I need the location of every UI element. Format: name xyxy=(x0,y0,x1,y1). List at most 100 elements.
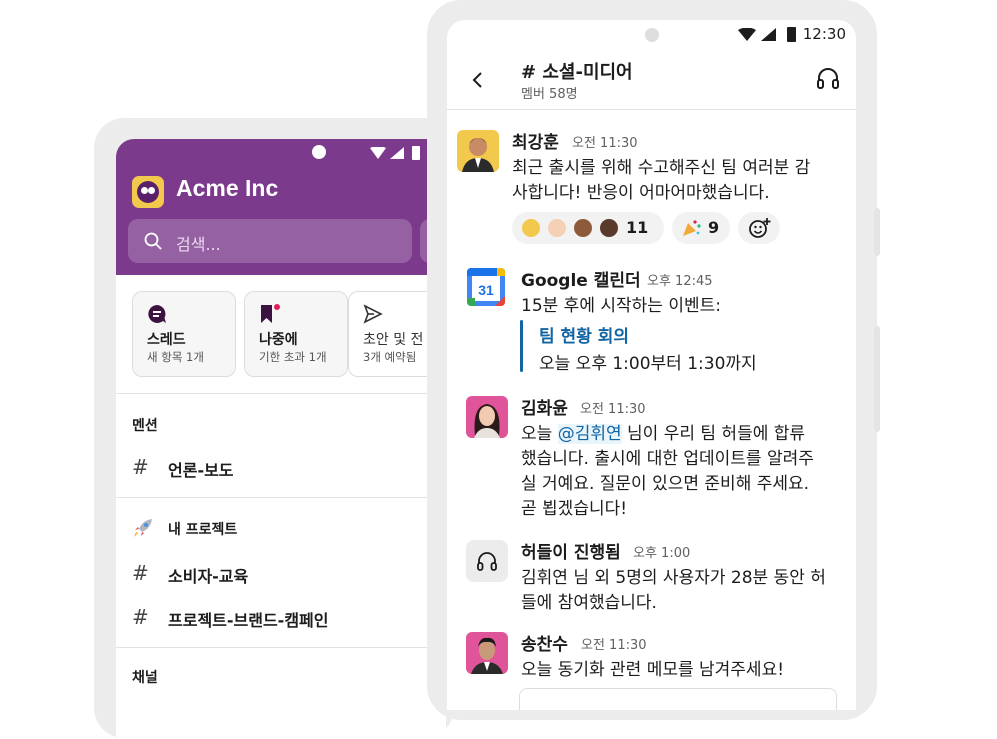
clap-emoji-icon xyxy=(574,219,592,237)
event-time: 오늘 오후 1:00부터 1:30까지 xyxy=(539,354,757,374)
message-input[interactable] xyxy=(519,688,837,710)
message-line: 김휘연 님 외 5명의 사용자가 28분 동안 허 xyxy=(521,568,826,588)
card-subtitle: 새 항목 1개 xyxy=(147,350,204,364)
headphones-icon xyxy=(477,552,497,571)
party-popper-icon xyxy=(683,220,701,236)
channel-member-count[interactable]: 멤버 58명 xyxy=(521,83,578,102)
avatar[interactable] xyxy=(466,396,508,438)
message-line: 오늘 동기화 관련 메모를 남겨주세요! xyxy=(521,660,785,680)
channel-header: # 소셜-미디어 멤버 58명 xyxy=(447,50,856,110)
right-phone-screen: 12:30 # 소셜-미디어 멤버 58명 최강훈 오전 11:30 최근 출시… xyxy=(447,20,856,710)
text-fragment: 오늘 xyxy=(521,424,558,444)
sender-name[interactable]: 김화윤 xyxy=(521,394,568,419)
battery-icon xyxy=(412,146,420,160)
message-time: 오전 11:30 xyxy=(580,402,646,417)
power-button xyxy=(874,326,880,432)
channel-name: 언론-보도 xyxy=(168,461,234,480)
camera-dot xyxy=(312,145,326,159)
card-later[interactable]: 나중에 기한 초과 1개 xyxy=(244,291,348,377)
message-line: 오늘 @김휘연 님이 우리 팀 허들에 합류 xyxy=(521,419,805,444)
message-line: 실 거예요. 질문이 있으면 준비해 주세요. xyxy=(521,474,810,494)
sender-name[interactable]: 송찬수 xyxy=(521,630,568,655)
search-input[interactable]: 검색... xyxy=(128,219,412,263)
divider xyxy=(116,647,446,648)
reaction-party[interactable]: 9 xyxy=(672,212,730,244)
card-threads[interactable]: 스레드 새 항목 1개 xyxy=(132,291,236,377)
message-time: 오전 11:30 xyxy=(581,638,647,653)
status-clock: 12:30 xyxy=(802,25,846,43)
back-icon[interactable] xyxy=(471,70,485,90)
message-line: 곧 뵙겠습니다! xyxy=(521,499,628,519)
sender-name[interactable]: Google 캘린더 xyxy=(521,266,641,291)
message-line: 최근 출시를 위해 수고해주신 팀 여러분 감 xyxy=(512,158,811,178)
calendar-icon[interactable]: 31 xyxy=(467,268,505,306)
reaction-clap[interactable]: 11 xyxy=(512,212,664,244)
divider xyxy=(116,393,446,394)
card-title: 초안 및 전 xyxy=(363,332,424,348)
reaction-count: 9 xyxy=(708,218,720,237)
huddle-avatar xyxy=(466,540,508,582)
camera-dot xyxy=(645,28,659,42)
hash-icon: # xyxy=(132,605,149,629)
message-line: 사합니다! 반응이 어마어마했습니다. xyxy=(512,183,770,203)
avatar-portrait xyxy=(474,404,500,438)
divider xyxy=(116,497,446,498)
calendar-day: 31 xyxy=(478,282,494,298)
clap-emoji-icon xyxy=(522,219,540,237)
thread-icon xyxy=(148,305,166,323)
battery-icon xyxy=(787,27,796,42)
card-title: 나중에 xyxy=(259,332,298,348)
status-bar xyxy=(312,145,446,161)
signal-icon xyxy=(761,28,776,41)
message-time: 오전 11:30 xyxy=(572,136,638,151)
rocket-icon xyxy=(134,519,152,537)
hash-icon: # xyxy=(132,561,149,585)
headphones-icon[interactable] xyxy=(816,66,840,90)
quick-cards: 스레드 새 항목 1개 나중에 기한 초과 1개 초안 및 전 3개 예약됨 xyxy=(116,275,446,393)
text-fragment: 님이 우리 팀 허들에 합류 xyxy=(621,424,806,444)
wifi-icon xyxy=(370,147,386,159)
status-bar: 12:30 xyxy=(447,20,856,50)
search-icon xyxy=(144,232,162,250)
workspace-name[interactable]: Acme Inc xyxy=(176,175,278,202)
avatar[interactable] xyxy=(457,130,499,172)
message-line: 15분 후에 시작하는 이벤트: xyxy=(521,296,721,316)
bookmark-icon xyxy=(261,304,280,323)
message-time: 오후 12:45 xyxy=(647,274,713,289)
section-mentions[interactable]: 멘션 xyxy=(132,415,158,435)
calendar-glyph: 31 xyxy=(467,268,505,306)
channel-name: 소비자-교육 xyxy=(168,567,249,586)
clap-emoji-icon xyxy=(548,219,566,237)
left-phone-screen: Acme Inc 검색... 스레드 새 항목 1개 나중에 기한 초과 1개 … xyxy=(116,139,446,739)
hash-icon: # xyxy=(132,455,149,479)
sender-name[interactable]: 허들이 진행됨 xyxy=(521,538,621,563)
reaction-count: 11 xyxy=(626,218,649,237)
add-reaction-button[interactable] xyxy=(738,212,780,244)
user-mention[interactable]: @김휘연 xyxy=(557,424,622,444)
avatar-portrait xyxy=(462,138,494,172)
search-placeholder: 검색... xyxy=(176,235,221,254)
card-title: 스레드 xyxy=(147,332,186,348)
card-subtitle: 3개 예약됨 xyxy=(363,350,417,364)
section-channels[interactable]: 채널 xyxy=(132,667,158,687)
add-reaction-icon xyxy=(749,218,771,238)
send-icon xyxy=(363,304,383,324)
workspace-logo-icon[interactable] xyxy=(132,176,164,208)
avatar-portrait xyxy=(471,637,503,674)
volume-button xyxy=(874,208,880,256)
avatar[interactable] xyxy=(466,632,508,674)
sender-name[interactable]: 최강훈 xyxy=(512,128,559,153)
workspace-header: Acme Inc 검색... xyxy=(116,139,446,275)
message-line: 했습니다. 출시에 대한 업데이트를 알려주 xyxy=(521,449,814,469)
card-subtitle: 기한 초과 1개 xyxy=(259,350,327,364)
event-accent-bar xyxy=(520,320,523,372)
message-line: 들에 참여했습니다. xyxy=(521,593,657,613)
channel-title[interactable]: # 소셜-미디어 xyxy=(521,58,633,84)
section-my-projects[interactable]: 내 프로젝트 xyxy=(168,519,237,539)
signal-icon xyxy=(390,147,404,159)
channel-name: 프로젝트-브랜드-캠페인 xyxy=(168,611,329,630)
wifi-icon xyxy=(738,28,756,41)
message-time: 오후 1:00 xyxy=(633,546,691,561)
event-title[interactable]: 팀 현황 회의 xyxy=(539,322,629,347)
clap-emoji-icon xyxy=(600,219,618,237)
